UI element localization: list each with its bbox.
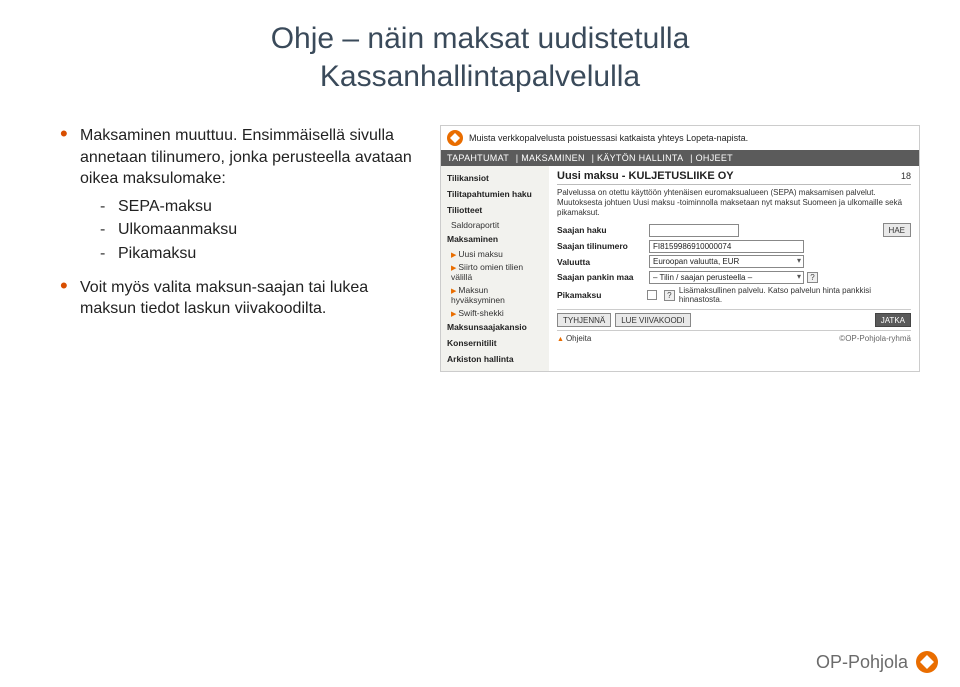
bullet-item: • Voit myös valita maksun-saajan tai luk… [60,277,420,320]
chevron-right-icon: ▶ [451,287,456,295]
dash-icon: - [100,196,118,218]
ohjeita-link[interactable]: Ohjeita [566,334,591,343]
mock-nav-item[interactable]: KÄYTÖN HALLINTA [597,153,683,163]
brand-name: OP-Pohjola [816,652,908,673]
tyhjenna-button[interactable]: TYHJENNÄ [557,313,611,327]
sidebar-item[interactable]: Tilikansiot [441,170,549,186]
sidebar-subitem[interactable]: ▶Uusi maksu [441,247,549,260]
bullet-text: Maksaminen muuttuu. Ensimmäisellä sivull… [80,125,420,190]
pikamaksu-note: Lisämaksullinen palvelu. Katso palvelun … [679,286,911,304]
sidebar-subitem-label: Maksun hyväksyminen [451,285,505,305]
sub-list: - SEPA-maksu - Ulkomaanmaksu - Pikamaksu [60,196,420,265]
left-column: • Maksaminen muuttuu. Ensimmäisellä sivu… [60,125,420,372]
pankin-maa-select[interactable]: – Tilin / saajan perusteella – [649,271,804,284]
page-title: Ohje – näin maksat uudistetulla Kassanha… [0,0,960,95]
sidebar-subitem-label: Swift-shekki [458,308,503,318]
saajan-haku-input[interactable] [649,224,739,237]
sidebar-subitem[interactable]: ▶Siirto omien tilien välillä [441,260,549,283]
content-area: • Maksaminen muuttuu. Ensimmäisellä sivu… [0,95,960,372]
tilinumero-input[interactable]: FI8159986910000074 [649,240,804,253]
sidebar-item[interactable]: Tilitapahtumien haku [441,186,549,202]
hae-button[interactable]: HAE [883,223,911,237]
mock-copyright: ©OP-Pohjola-ryhmä [839,334,911,343]
mock-action-row: TYHJENNÄ LUE VIIVAKOODI JATKA [557,309,911,331]
right-column: Muista verkkopalvelusta poistuessasi kat… [440,125,920,372]
mock-nav: TAPAHTUMAT | MAKSAMINEN | KÄYTÖN HALLINT… [441,150,919,166]
mock-nav-item[interactable]: TAPAHTUMAT [447,153,509,163]
brand-footer: OP-Pohjola [816,651,938,673]
sub-text: SEPA-maksu [118,196,212,218]
mock-top-note: Muista verkkopalvelusta poistuessasi kat… [469,133,748,143]
sidebar-item[interactable]: Maksunsaajakansio [441,319,549,335]
mock-heading: Uusi maksu - KULJETUSLIIKE OY [557,170,734,182]
sub-item: - SEPA-maksu [100,196,420,218]
sub-text: Ulkomaanmaksu [118,219,237,241]
dash-icon: - [100,243,118,265]
jatka-button[interactable]: JATKA [875,313,911,327]
mock-description: Palvelussa on otettu käyttöön yhtenäisen… [557,188,911,218]
form-label: Saajan pankin maa [557,272,649,282]
sidebar-subitem-label: Siirto omien tilien välillä [451,262,523,282]
bullet-text: Voit myös valita maksun-saajan tai lukea… [80,277,420,320]
help-icon[interactable]: ? [807,272,818,283]
bullet-item: • Maksaminen muuttuu. Ensimmäisellä sivu… [60,125,420,190]
mock-main: Uusi maksu - KULJETUSLIIKE OY 18 Palvelu… [549,166,919,371]
mock-heading-number: 18 [901,171,911,181]
sidebar-subitem[interactable]: ▶Maksun hyväksyminen [441,283,549,306]
chevron-right-icon: ▶ [451,251,456,259]
chevron-right-icon: ▶ [451,310,456,318]
mock-sidebar: Tilikansiot Tilitapahtumien haku Tiliott… [441,166,549,371]
form-row-pikamaksu: Pikamaksu ? Lisämaksullinen palvelu. Kat… [557,286,911,304]
chevron-right-icon: ▶ [451,264,456,272]
bullet-dot-icon: • [60,275,80,318]
op-logo-icon [447,130,463,146]
form-row-pankin-maa: Saajan pankin maa – Tilin / saajan perus… [557,271,911,284]
mock-footer: ▲Ohjeita ©OP-Pohjola-ryhmä [557,331,911,343]
title-line1: Ohje – näin maksat uudistetulla [0,20,960,58]
sub-text: Pikamaksu [118,243,196,265]
sidebar-item[interactable]: Maksaminen [441,231,549,247]
op-logo-icon [916,651,938,673]
pikamaksu-checkbox[interactable] [647,290,657,300]
bullet-dot-icon: • [60,123,80,188]
mock-heading-row: Uusi maksu - KULJETUSLIIKE OY 18 [557,170,911,185]
sidebar-item[interactable]: Arkiston hallinta [441,351,549,367]
sub-item: - Pikamaksu [100,243,420,265]
screenshot-mock: Muista verkkopalvelusta poistuessasi kat… [440,125,920,372]
title-line2: Kassanhallintapalvelulla [0,58,960,96]
form-label: Saajan haku [557,225,649,235]
triangle-icon: ▲ [557,336,564,343]
sidebar-item[interactable]: Tiliotteet [441,202,549,218]
valuutta-select[interactable]: Euroopan valuutta, EUR [649,255,804,268]
form-label: Pikamaksu [557,290,647,300]
mock-nav-item[interactable]: OHJEET [696,153,733,163]
sidebar-subitem-label: Uusi maksu [458,249,502,259]
sidebar-item[interactable]: Konsernitilit [441,335,549,351]
lue-viivakoodi-button[interactable]: LUE VIIVAKOODI [615,313,690,327]
form-row-valuutta: Valuutta Euroopan valuutta, EUR [557,255,911,268]
form-row-saajan-haku: Saajan haku HAE [557,223,911,237]
help-icon[interactable]: ? [664,290,675,301]
sidebar-subitem[interactable]: ▶Swift-shekki [441,306,549,319]
sidebar-subitem[interactable]: Saldoraportit [441,218,549,231]
form-label: Valuutta [557,257,649,267]
mock-nav-item[interactable]: MAKSAMINEN [521,153,585,163]
dash-icon: - [100,219,118,241]
form-label: Saajan tilinumero [557,241,649,251]
sub-item: - Ulkomaanmaksu [100,219,420,241]
mock-body: Tilikansiot Tilitapahtumien haku Tiliott… [441,166,919,371]
mock-topbar: Muista verkkopalvelusta poistuessasi kat… [441,126,919,150]
form-row-tilinumero: Saajan tilinumero FI8159986910000074 [557,240,911,253]
